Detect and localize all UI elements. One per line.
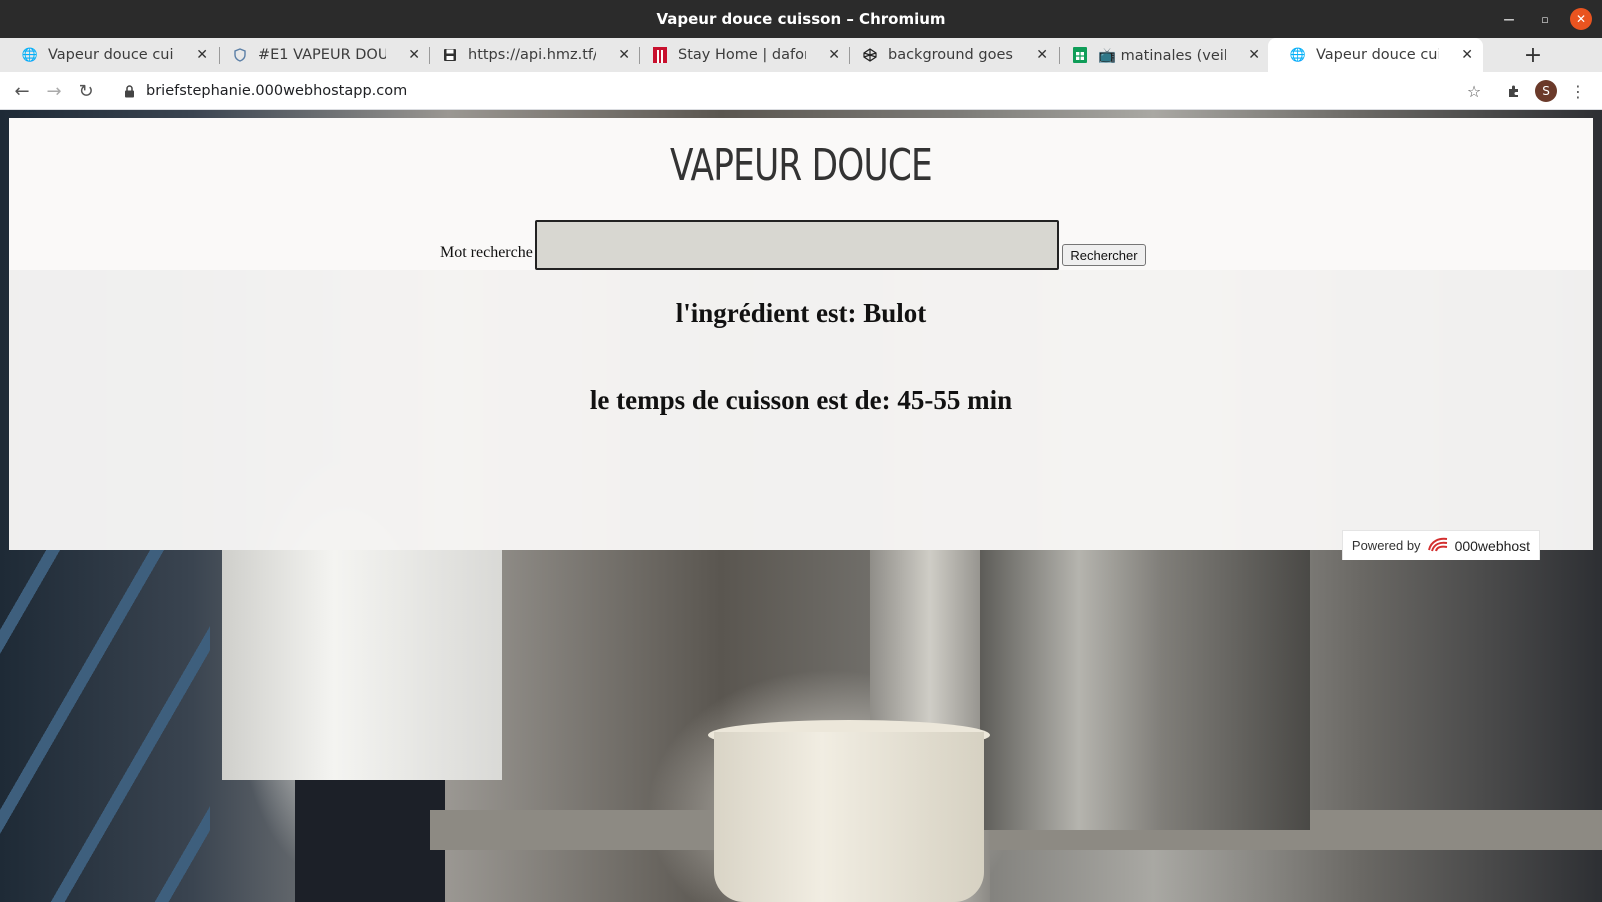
tab-e1-vapeur-douce[interactable]: #E1 VAPEUR DOUCE ✕ [210,38,430,72]
cooking-time-result: le temps de cuisson est de: 45-55 min [589,385,1013,415]
tab-close-icon[interactable]: ✕ [828,47,840,63]
background-chef-coat [222,550,502,780]
reload-icon[interactable]: ↻ [74,79,98,103]
window-controls: — ▫ ✕ [1498,8,1592,30]
background-rack [0,550,210,902]
host-brand: 000webhost [1454,537,1531,554]
avatar: S [1535,80,1557,102]
profile-avatar[interactable]: S [1534,78,1558,104]
search-form: Mot recherche Rechercher [9,220,1593,270]
content-panel: VAPEUR DOUCE Mot recherche Rechercher l'… [9,118,1593,560]
browser-toolbar: ← → ↻ briefstephanie.000webhostapp.com ☆… [0,72,1602,110]
tab-label: Vapeur douce cuisson [1316,47,1439,63]
powered-by-label: Powered by [1351,538,1421,553]
tab-close-icon[interactable]: ✕ [618,47,630,63]
codepen-icon [862,47,878,63]
tab-api-hmz[interactable]: https://api.hmz.tf/?id ✕ [420,38,640,72]
search-input[interactable] [535,220,1059,270]
tab-label: Stay Home | dafont.co [678,47,806,63]
background-chef-pants [295,780,445,902]
tab-dafont[interactable]: Stay Home | dafont.co ✕ [630,38,850,72]
tab-label: background goes blur [888,47,1014,63]
globe-icon: 🌐 [21,47,39,63]
new-tab-button[interactable]: + [1520,42,1546,68]
menu-kebab-icon[interactable]: ⋮ [1568,78,1588,104]
ingredient-result: l'ingrédient est: Bulot [675,298,927,328]
tab-vapeur-douce-cuisson-active[interactable]: 🌐 Vapeur douce cuisson ✕ [1268,38,1483,72]
tab-background-blur[interactable]: background goes blur ✕ [840,38,1058,72]
shield-icon [232,47,248,63]
tab-vapeur-douce-cuisson-1[interactable]: 🌐 Vapeur douce cuisson ✕ [0,38,218,72]
background-bucket [714,732,984,902]
tab-matinales[interactable]: 📺 matinales (veilles) ✕ [1050,38,1270,72]
tab-close-icon[interactable]: ✕ [408,47,420,63]
dafont-icon [652,47,668,63]
bookmark-star-icon[interactable]: ☆ [1462,78,1486,104]
tab-strip: 🌐 Vapeur douce cuisson ✕ #E1 VAPEUR DOUC… [0,38,1602,72]
tab-close-icon[interactable]: ✕ [196,47,208,63]
tab-close-icon[interactable]: ✕ [1461,47,1473,63]
close-window-icon[interactable]: ✕ [1570,8,1592,30]
save-icon [442,47,458,63]
minimize-icon[interactable]: — [1498,8,1520,30]
lock-icon [122,84,136,98]
extensions-icon[interactable] [1502,78,1526,104]
host-logo-icon [1427,536,1449,555]
globe-icon: 🌐 [1289,47,1307,63]
tab-label: 📺 matinales (veilles) [1098,47,1226,64]
search-button[interactable]: Rechercher [1062,244,1146,266]
back-icon[interactable]: ← [10,79,34,103]
page-viewport: VAPEUR DOUCE Mot recherche Rechercher l'… [0,110,1602,902]
url-text: briefstephanie.000webhostapp.com [146,83,408,99]
tab-label: https://api.hmz.tf/?id [468,47,596,63]
tab-label: Vapeur douce cuisson [48,47,174,63]
forward-icon[interactable]: → [42,79,66,103]
background-tank [980,550,1310,830]
tab-close-icon[interactable]: ✕ [1036,47,1048,63]
maximize-icon[interactable]: ▫ [1534,8,1556,30]
address-bar[interactable]: briefstephanie.000webhostapp.com [110,76,1470,106]
window-title: Vapeur douce cuisson – Chromium [656,10,946,28]
tab-label: #E1 VAPEUR DOUCE [258,47,386,63]
powered-by-badge[interactable]: Powered by 000webhost [1342,530,1540,560]
search-label: Mot recherche [440,244,533,261]
sheets-icon [1072,47,1088,63]
window-titlebar: Vapeur douce cuisson – Chromium — ▫ ✕ [0,0,1602,38]
tab-close-icon[interactable]: ✕ [1248,47,1260,63]
site-title: VAPEUR DOUCE [670,140,933,191]
